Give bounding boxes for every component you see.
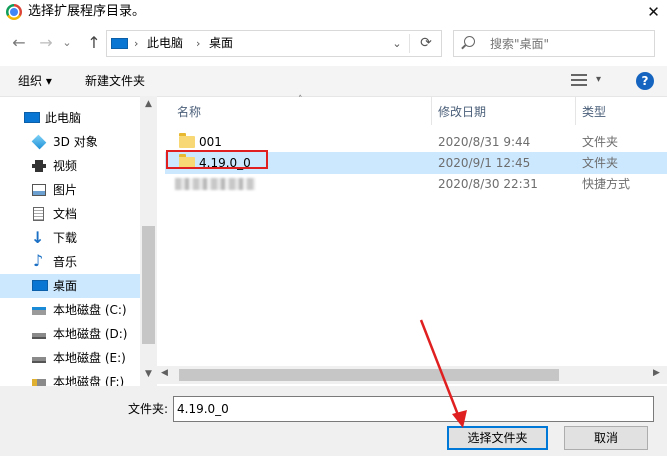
- music-icon: ♪: [33, 251, 44, 270]
- column-divider[interactable]: [431, 97, 432, 125]
- sidebar-item-pictures[interactable]: 图片: [0, 178, 140, 202]
- sidebar-item-documents[interactable]: 文档: [0, 202, 140, 226]
- file-type: 文件夹: [582, 156, 619, 170]
- navigation-pane: 此电脑 3D 对象 视频 图片 文档 ↓ 下载 ♪ 音乐 桌面 本地磁盘 (C:…: [0, 96, 157, 387]
- windows-drive-icon: [32, 307, 46, 315]
- sidebar-item-label: 图片: [53, 183, 78, 197]
- recent-dropdown-button[interactable]: ⌄: [60, 33, 74, 53]
- download-icon: ↓: [31, 228, 45, 247]
- sidebar-item-this-pc[interactable]: 此电脑: [0, 106, 140, 130]
- refresh-icon[interactable]: ⟳: [414, 31, 438, 56]
- file-date: 2020/8/31 9:44: [438, 135, 531, 149]
- scroll-left-icon[interactable]: ◀: [161, 368, 168, 378]
- divider: [409, 34, 410, 53]
- window-title: 选择扩展程序目录。: [28, 4, 146, 19]
- title-bar: 选择扩展程序目录。 ✕: [0, 0, 667, 26]
- drive-icon: [32, 357, 46, 363]
- picture-icon: [32, 184, 46, 196]
- folder-input[interactable]: [177, 401, 637, 417]
- cube-3d-icon: [31, 134, 47, 150]
- sidebar-item-label: 下载: [53, 231, 78, 245]
- sidebar-item-label: 本地磁盘 (D:): [53, 327, 128, 341]
- up-button[interactable]: ↑: [84, 33, 104, 53]
- close-button[interactable]: ✕: [640, 1, 667, 23]
- file-type: 文件夹: [582, 135, 619, 149]
- desktop-icon: [32, 280, 48, 291]
- sidebar-item-label: 本地磁盘 (C:): [53, 303, 127, 317]
- sidebar-item-drive-d[interactable]: 本地磁盘 (D:): [0, 322, 140, 346]
- column-divider[interactable]: [575, 97, 576, 125]
- scroll-right-icon[interactable]: ▶: [653, 368, 660, 378]
- file-date: 2020/8/30 22:31: [438, 177, 538, 191]
- chevron-right-icon[interactable]: ›: [196, 31, 200, 56]
- sort-ascending-icon: ˄: [298, 95, 303, 105]
- sidebar-item-3d-objects[interactable]: 3D 对象: [0, 130, 140, 154]
- forward-button[interactable]: →: [36, 33, 56, 53]
- sidebar-item-label: 此电脑: [45, 111, 82, 125]
- scrollbar-thumb[interactable]: [179, 369, 559, 381]
- organize-menu-button[interactable]: 组织 ▾: [18, 66, 52, 96]
- sidebar-item-label: 文档: [53, 207, 78, 221]
- file-list: ˄ 名称 修改日期 类型 001 2020/8/31 9:44 文件夹 4.19…: [157, 95, 667, 387]
- file-row[interactable]: 2020/8/30 22:31 快捷方式: [165, 173, 667, 195]
- new-folder-button[interactable]: 新建文件夹: [85, 66, 145, 96]
- sidebar-item-videos[interactable]: 视频: [0, 154, 140, 178]
- navigation-scrollbar[interactable]: ▲ ▼: [140, 96, 157, 386]
- address-bar[interactable]: › 此电脑 › 桌面 ⌄ ⟳: [106, 30, 442, 57]
- horizontal-scrollbar[interactable]: ◀ ▶: [157, 366, 667, 384]
- help-icon[interactable]: ?: [636, 72, 654, 90]
- view-options-icon[interactable]: [571, 73, 587, 87]
- sidebar-item-music[interactable]: ♪ 音乐: [0, 250, 140, 274]
- annotation-highlight-box: [166, 150, 268, 169]
- sidebar-item-label: 3D 对象: [53, 135, 98, 149]
- chevron-right-icon[interactable]: ›: [134, 31, 138, 56]
- address-dropdown-icon[interactable]: ⌄: [387, 31, 407, 56]
- view-dropdown-icon[interactable]: ▾: [596, 73, 601, 87]
- scrollbar-thumb[interactable]: [142, 226, 155, 344]
- sidebar-item-label: 音乐: [53, 255, 78, 269]
- sidebar-item-drive-c[interactable]: 本地磁盘 (C:): [0, 298, 140, 322]
- breadcrumb-this-pc[interactable]: 此电脑: [147, 31, 183, 56]
- scroll-up-icon[interactable]: ▲: [140, 99, 157, 109]
- column-header-date[interactable]: 修改日期: [438, 97, 486, 125]
- sidebar-item-drive-e[interactable]: 本地磁盘 (E:): [0, 346, 140, 370]
- search-icon: [464, 36, 475, 47]
- sidebar-item-downloads[interactable]: ↓ 下载: [0, 226, 140, 250]
- sidebar-item-label: 本地磁盘 (F:): [53, 375, 125, 387]
- computer-icon: [111, 38, 128, 49]
- sidebar-item-label: 视频: [53, 159, 78, 173]
- file-type: 快捷方式: [582, 177, 631, 191]
- sidebar-item-desktop[interactable]: 桌面: [0, 274, 140, 298]
- computer-icon: [24, 112, 40, 123]
- file-date: 2020/9/1 12:45: [438, 156, 531, 170]
- sidebar-item-label: 本地磁盘 (E:): [53, 351, 126, 365]
- blurred-shortcut-icon: [175, 178, 255, 190]
- folder-field[interactable]: [173, 396, 654, 422]
- search-input[interactable]: [490, 34, 650, 53]
- cancel-button[interactable]: 取消: [564, 426, 648, 450]
- column-header-name[interactable]: 名称: [177, 97, 201, 125]
- scroll-down-icon[interactable]: ▼: [140, 369, 157, 379]
- video-icon: [32, 160, 46, 172]
- breadcrumb-desktop[interactable]: 桌面: [209, 31, 233, 56]
- chrome-icon: [6, 4, 22, 20]
- drive-icon: [32, 333, 46, 339]
- sidebar-item-label: 桌面: [53, 279, 78, 293]
- folder-icon: [179, 133, 195, 148]
- search-box[interactable]: [453, 30, 655, 57]
- document-icon: [33, 207, 44, 221]
- folder-label: 文件夹:: [128, 402, 169, 416]
- sidebar-item-drive-f[interactable]: 本地磁盘 (F:): [0, 370, 140, 387]
- select-folder-button[interactable]: 选择文件夹: [447, 426, 548, 450]
- dialog-footer: 文件夹: 选择文件夹 取消: [0, 386, 667, 456]
- command-toolbar: 组织 ▾ 新建文件夹 ▾ ?: [0, 66, 667, 96]
- column-header-type[interactable]: 类型: [582, 97, 606, 125]
- back-button[interactable]: ←: [9, 33, 29, 53]
